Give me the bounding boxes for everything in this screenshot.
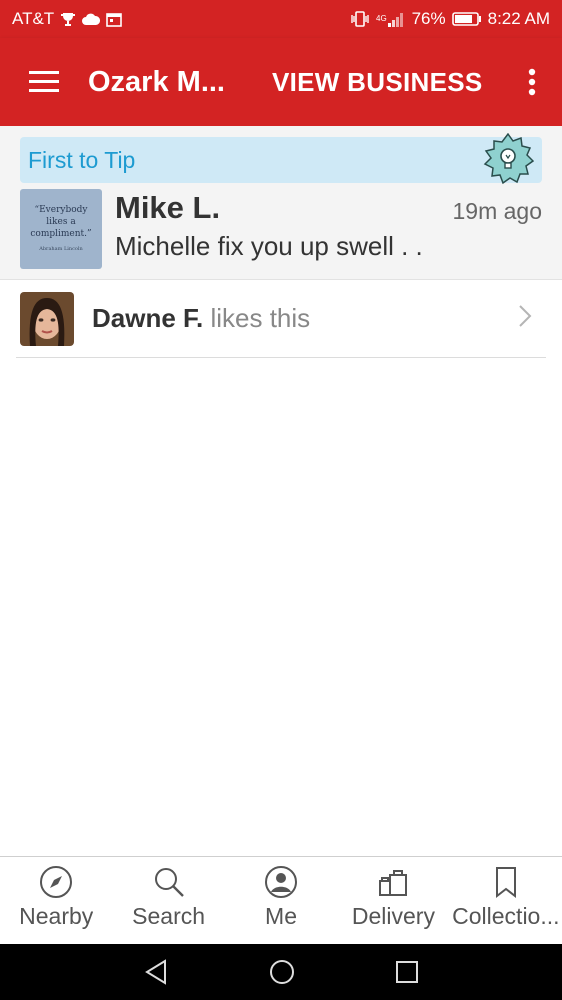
svg-text:4G: 4G <box>376 14 387 23</box>
calendar-icon <box>106 12 122 27</box>
compass-icon <box>40 866 73 898</box>
nav-item-search[interactable]: Search <box>112 857 224 944</box>
nav-item-delivery[interactable]: Delivery <box>337 857 449 944</box>
first-to-tip-banner: First to Tip <box>20 132 542 185</box>
4g-signal-icon: 4G <box>376 11 406 27</box>
bottom-nav: Nearby Search Me Delivery Collectio... <box>0 856 562 944</box>
nav-label-delivery: Delivery <box>351 903 435 929</box>
cloud-icon <box>82 13 101 25</box>
overflow-menu-button[interactable] <box>502 38 562 126</box>
search-icon <box>154 868 184 897</box>
likes-suffix: likes this <box>203 303 311 333</box>
home-icon[interactable] <box>269 959 295 985</box>
likes-row[interactable]: Dawne F. likes this <box>16 280 546 358</box>
menu-button[interactable] <box>0 38 88 126</box>
tip-photo-quote: “Everybody likes a compliment.” <box>30 205 92 239</box>
lightbulb-badge-icon <box>482 132 535 190</box>
chevron-right-icon <box>518 304 532 333</box>
status-bar: AT&T 4G 76% 8:22 AM <box>0 0 562 38</box>
nav-item-collections[interactable]: Collectio... <box>450 857 562 944</box>
tip-timestamp: 19m ago <box>452 198 542 224</box>
liker-name: Dawne F. <box>92 303 204 333</box>
menu-icon <box>29 71 59 92</box>
first-to-tip-label: First to Tip <box>28 146 136 173</box>
tip-card[interactable]: First to Tip “Everybody likes a complime… <box>0 126 562 280</box>
likes-text: Dawne F. likes this <box>92 303 310 334</box>
avatar <box>20 291 74 346</box>
nav-label-collections: Collectio... <box>452 903 560 929</box>
page-title: Ozark M... <box>88 65 225 98</box>
app-bar: Ozark M... VIEW BUSINESS <box>0 38 562 126</box>
view-business-button[interactable]: VIEW BUSINESS <box>272 67 483 98</box>
delivery-icon <box>379 870 408 896</box>
trophy-icon <box>60 12 76 26</box>
battery-percent: 76% <box>411 9 446 28</box>
clock: 8:22 AM <box>487 9 550 28</box>
profile-icon <box>265 866 298 898</box>
back-icon[interactable] <box>143 959 169 985</box>
recents-icon[interactable] <box>395 960 419 984</box>
tip-photo-caption: Abraham Lincoln <box>39 246 83 253</box>
nav-label-nearby: Nearby <box>19 903 94 929</box>
nav-label-me: Me <box>265 903 297 929</box>
system-nav-bar <box>0 944 562 1000</box>
tip-photo[interactable]: “Everybody likes a compliment.” Abraham … <box>20 189 102 269</box>
nav-item-nearby[interactable]: Nearby <box>0 857 112 944</box>
nav-item-me[interactable]: Me <box>225 857 337 944</box>
bookmark-icon <box>495 867 516 899</box>
overflow-menu-icon <box>528 68 536 96</box>
battery-icon <box>451 11 482 27</box>
tip-author-name[interactable]: Mike L. <box>115 190 220 226</box>
nav-label-search: Search <box>132 903 206 929</box>
tip-text: Michelle fix you up swell . . <box>115 231 423 261</box>
vibrate-icon <box>350 11 370 27</box>
carrier-label: AT&T <box>12 9 55 28</box>
